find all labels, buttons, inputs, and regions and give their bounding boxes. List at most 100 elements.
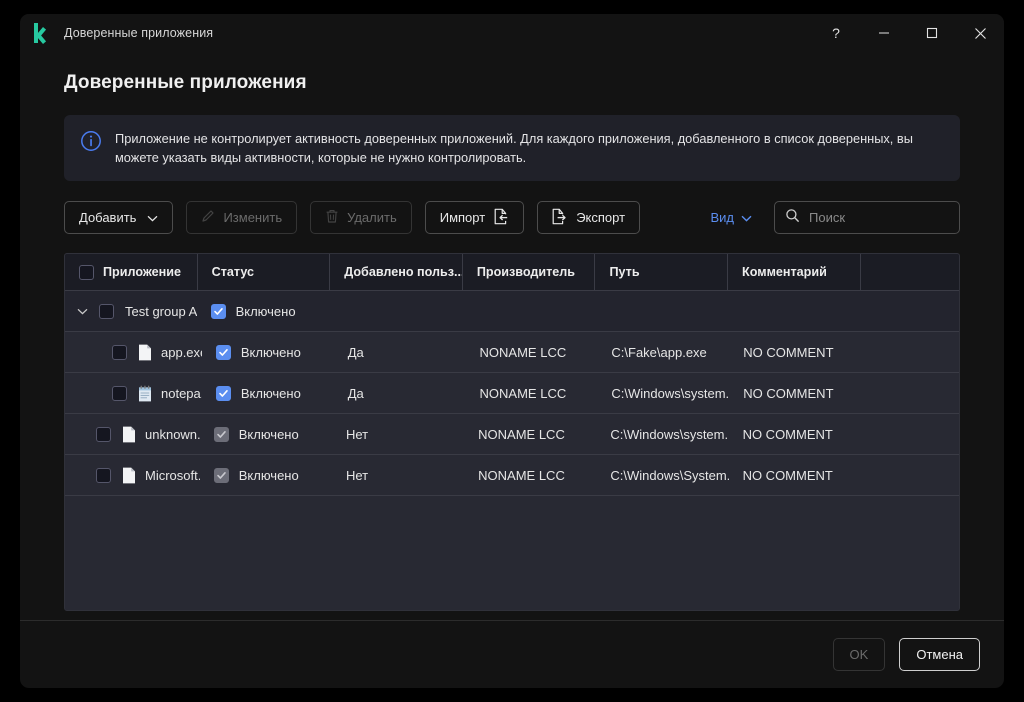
cancel-button[interactable]: Отмена <box>899 638 980 671</box>
group-expander-chevron-down-icon[interactable] <box>71 308 93 315</box>
dialog-footer: OK Отмена <box>20 621 1004 688</box>
application-name: unknown.... <box>145 426 200 442</box>
column-header-extra[interactable] <box>861 254 959 291</box>
cell-path: C:\Fake\app.exe <box>611 344 707 360</box>
kaspersky-k-logo-icon <box>32 22 54 44</box>
cell-extra <box>860 291 959 332</box>
cell-path <box>595 291 728 332</box>
cell-status: Включено <box>200 414 332 455</box>
cell-comment: NO COMMENT <box>743 385 834 401</box>
notepad-icon <box>138 385 152 402</box>
cell-application: Test group App <box>65 291 197 332</box>
column-header-application[interactable]: Приложение <box>65 254 198 291</box>
maximize-icon <box>926 27 938 39</box>
cell-comment: NO COMMENT <box>742 467 833 483</box>
close-icon <box>974 27 986 39</box>
question-mark-icon: ? <box>832 25 840 41</box>
window-title: Доверенные приложения <box>64 26 214 40</box>
delete-button[interactable]: Удалить <box>310 201 412 234</box>
column-header-vendor[interactable]: Производитель <box>463 254 596 291</box>
title-bar: Доверенные приложения ? <box>20 14 1004 52</box>
status-checkbox[interactable] <box>213 426 229 442</box>
table-row[interactable]: Microsoft... Включено Нет NONAME LCC C:\… <box>65 455 959 496</box>
status-label: Включено <box>240 344 301 360</box>
row-checkbox[interactable] <box>112 385 127 401</box>
minimize-icon <box>879 32 889 34</box>
cell-application: notepa... <box>65 373 202 414</box>
info-banner: Приложение не контролирует активность до… <box>64 115 960 181</box>
view-dropdown[interactable]: Вид <box>710 210 752 225</box>
dialog-content: Доверенные приложения Приложение не конт… <box>20 52 1004 688</box>
export-button[interactable]: Экспорт <box>537 201 641 234</box>
cell-extra <box>861 455 959 496</box>
add-button[interactable]: Добавить <box>64 201 174 234</box>
cell-application: app.exe <box>65 332 202 373</box>
chevron-down-icon <box>147 210 158 225</box>
info-circle-icon <box>80 130 102 152</box>
trash-icon <box>325 209 339 227</box>
toolbar: Добавить Изменить Удалить Импорт Экспорт… <box>64 201 960 234</box>
cell-added-by-user <box>329 291 462 332</box>
row-checkbox[interactable] <box>96 467 111 483</box>
maximize-button[interactable] <box>908 14 956 52</box>
row-checkbox[interactable] <box>99 303 114 319</box>
trusted-applications-table: Приложение Статус Добавлено польз... Про… <box>64 253 960 611</box>
edit-button[interactable]: Изменить <box>186 201 298 234</box>
import-document-icon <box>493 208 509 228</box>
cell-extra <box>861 373 959 414</box>
status-label: Включено <box>238 467 299 483</box>
edit-button-label: Изменить <box>223 210 283 225</box>
select-all-checkbox[interactable] <box>79 264 94 280</box>
cell-vendor: NONAME LCC <box>479 344 567 360</box>
cell-status: Включено <box>200 455 332 496</box>
cell-added-by-user: Да <box>347 385 364 401</box>
application-name: notepa... <box>161 385 202 401</box>
file-document-icon <box>138 344 152 361</box>
application-name: Test group App <box>125 303 197 319</box>
import-button[interactable]: Импорт <box>424 201 525 234</box>
status-checkbox[interactable] <box>215 385 231 401</box>
delete-button-label: Удалить <box>347 210 397 225</box>
column-header-application-label: Приложение <box>103 265 181 279</box>
import-button-label: Импорт <box>439 210 486 225</box>
info-banner-text: Приложение не контролирует активность до… <box>115 131 913 165</box>
help-button[interactable]: ? <box>812 14 860 52</box>
column-header-path[interactable]: Путь <box>595 254 729 291</box>
column-header-status[interactable]: Статус <box>198 254 331 291</box>
table-row[interactable]: unknown.... Включено Нет NONAME LCC C:\W… <box>65 414 959 455</box>
view-dropdown-label: Вид <box>710 210 734 225</box>
table-row[interactable]: notepa... Включено Да NONAME LCC C:\Wind… <box>65 373 959 414</box>
table-row[interactable]: Test group App Включено <box>65 291 959 332</box>
cell-extra <box>861 332 959 373</box>
application-name: app.exe <box>161 344 202 360</box>
cell-comment: NO COMMENT <box>743 344 834 360</box>
minimize-button[interactable] <box>860 14 908 52</box>
cell-added-by-user: Нет <box>345 426 369 442</box>
page-title: Доверенные приложения <box>64 72 307 93</box>
cell-vendor: NONAME LCC <box>478 467 565 483</box>
cell-application: Microsoft... <box>65 455 200 496</box>
cell-comment: NO COMMENT <box>742 426 833 442</box>
column-header-comment[interactable]: Комментарий <box>728 254 861 291</box>
column-header-added-by-user[interactable]: Добавлено польз... <box>330 254 463 291</box>
search-input[interactable]: Поиск <box>774 201 960 234</box>
ok-button[interactable]: OK <box>832 638 886 671</box>
status-checkbox[interactable] <box>213 467 229 483</box>
row-checkbox[interactable] <box>96 426 111 442</box>
cell-status: Включено <box>202 373 334 414</box>
close-button[interactable] <box>956 14 1004 52</box>
row-checkbox[interactable] <box>112 344 127 360</box>
status-label: Включено <box>235 303 296 319</box>
table-header-row: Приложение Статус Добавлено польз... Про… <box>65 254 959 291</box>
search-icon <box>785 208 800 228</box>
export-document-icon <box>552 208 568 228</box>
status-label: Включено <box>238 426 299 442</box>
cell-added-by-user: Нет <box>345 467 369 483</box>
table-row[interactable]: app.exe Включено Да NONAME LCC C:\Fake\a… <box>65 332 959 373</box>
cell-status: Включено <box>202 332 334 373</box>
file-document-icon <box>122 426 136 443</box>
status-checkbox[interactable] <box>215 344 231 360</box>
status-checkbox[interactable] <box>210 303 226 319</box>
trusted-applications-window: Доверенные приложения ? Доверенные прило… <box>20 14 1004 688</box>
cell-vendor: NONAME LCC <box>478 426 565 442</box>
